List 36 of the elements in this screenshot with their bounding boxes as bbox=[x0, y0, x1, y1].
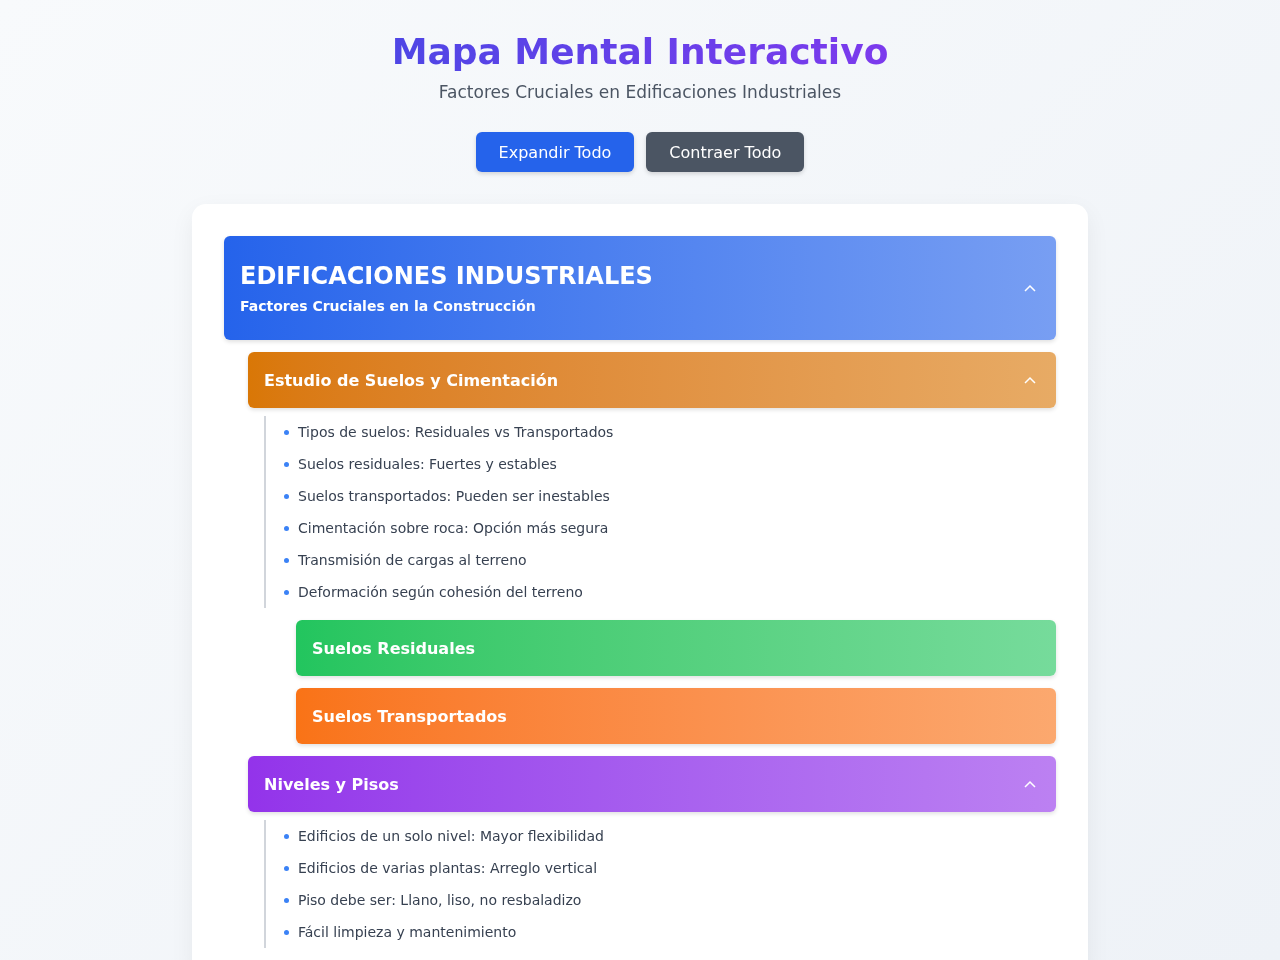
bullet-icon bbox=[284, 865, 289, 871]
list-item: Cimentación sobre roca: Opción más segura bbox=[298, 520, 609, 536]
bullet-icon bbox=[284, 525, 289, 531]
node-subtitle: Factores Cruciales en la Construcción bbox=[240, 298, 537, 314]
root-node[interactable]: EDIFICACIONES INDUSTRIALES Factores Cruciales en la Construcción bbox=[224, 236, 1056, 340]
bullet-icon bbox=[284, 929, 289, 935]
node-title: Estudio de Suelos y Cimentación bbox=[264, 370, 559, 390]
branch-node[interactable]: Suelos Transportados bbox=[296, 688, 1056, 744]
node-title: Suelos Transportados bbox=[312, 706, 507, 726]
list-item: Transmisión de cargas al terreno bbox=[298, 552, 527, 568]
list-item: Suelos residuales: Fuertes y estables bbox=[298, 456, 557, 472]
node-title: Niveles y Pisos bbox=[264, 774, 399, 794]
list-item: Fácil limpieza y mantenimiento bbox=[298, 924, 517, 940]
list-item: Edificios de varias plantas: Arreglo vertical bbox=[298, 860, 598, 876]
chevron-up-icon bbox=[1024, 376, 1036, 384]
bullet-icon bbox=[284, 897, 289, 903]
bullet-icon bbox=[284, 557, 289, 563]
expand-all-button[interactable]: Expandir Todo bbox=[475, 132, 635, 172]
node-title: Suelos Residuales bbox=[312, 638, 475, 658]
bullet-icon bbox=[284, 493, 289, 499]
list-item: Deformación según cohesión del terreno bbox=[298, 584, 583, 600]
collapse-all-button[interactable]: Contraer Todo bbox=[646, 132, 805, 172]
chevron-up-icon bbox=[1024, 284, 1036, 292]
list-item: Suelos transportados: Pueden ser inestables bbox=[298, 488, 610, 504]
node-title: EDIFICACIONES INDUSTRIALES bbox=[240, 262, 653, 290]
bullet-icon bbox=[284, 461, 289, 467]
list-item: Edificios de un solo nivel: Mayor flexibilidad bbox=[298, 828, 604, 844]
branch-node[interactable]: Niveles y Pisos bbox=[248, 756, 1056, 812]
page-subtitle: Factores Cruciales en Edificaciones Industriales bbox=[438, 82, 842, 102]
list-item: Tipos de suelos: Residuales vs Transportados bbox=[298, 424, 614, 440]
chevron-up-icon bbox=[1024, 780, 1036, 788]
bullet-icon bbox=[284, 833, 289, 839]
list-item: Piso debe ser: Llano, liso, no resbaladizo bbox=[298, 892, 582, 908]
branch-node[interactable]: Estudio de Suelos y Cimentación bbox=[248, 352, 1056, 408]
bullet-icon bbox=[284, 589, 289, 595]
bullet-icon bbox=[284, 429, 289, 435]
